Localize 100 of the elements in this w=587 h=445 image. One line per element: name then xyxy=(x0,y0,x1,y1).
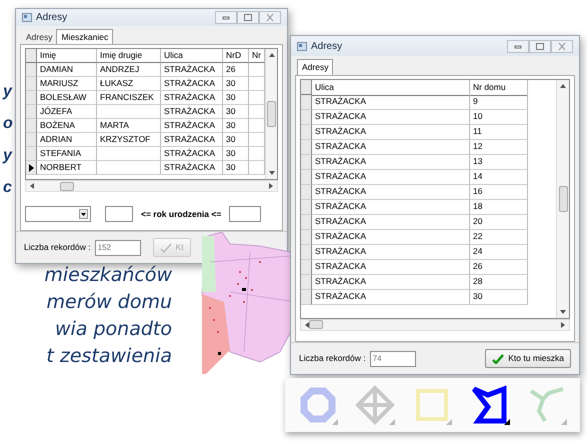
table-cell: 13 xyxy=(470,154,528,170)
table-cell: STRAŻACKA xyxy=(312,140,470,155)
minimize-button[interactable] xyxy=(507,40,529,52)
table-cell xyxy=(97,105,161,120)
table-cell: 24 xyxy=(470,244,528,260)
polyline-icon xyxy=(527,385,568,425)
table-cell: BOLESŁAW xyxy=(37,91,97,106)
close-button[interactable] xyxy=(259,10,281,24)
horizontal-scrollbar[interactable] xyxy=(300,318,570,331)
table-cell: 26 xyxy=(223,63,249,78)
window-icon xyxy=(22,12,32,22)
checkmark-icon xyxy=(492,354,504,364)
row-selector[interactable] xyxy=(26,161,37,176)
record-count-label: Liczba rekordów : xyxy=(24,241,91,254)
record-count-field[interactable]: 152 xyxy=(94,240,141,256)
column-header[interactable]: Imię drugie xyxy=(97,49,161,64)
maximize-button[interactable] xyxy=(237,10,259,24)
input-field[interactable] xyxy=(105,206,133,222)
maximize-icon xyxy=(242,12,254,22)
text-fragment: y xyxy=(1,82,13,102)
maximize-button[interactable] xyxy=(529,40,551,52)
filter-label: <= rok urodzenia <= xyxy=(141,208,222,221)
table-cell: 18 xyxy=(470,200,528,215)
close-button[interactable] xyxy=(551,40,573,52)
scroll-down-icon xyxy=(268,171,274,176)
column-header[interactable]: Nr xyxy=(249,49,265,64)
scroll-right-icon xyxy=(561,322,565,328)
table-cell: STRAŻACKA xyxy=(312,230,470,245)
table-cell: 16 xyxy=(470,184,528,200)
current-row-icon xyxy=(28,164,34,172)
vertical-scrollbar[interactable] xyxy=(265,49,277,180)
paragraph-line: t zestawienia xyxy=(46,344,172,369)
close-icon xyxy=(556,42,568,50)
table-cell: 9 xyxy=(470,94,528,110)
paragraph-line: wia ponadto xyxy=(54,317,172,342)
table-cell xyxy=(97,147,161,162)
table-cell: 12 xyxy=(470,140,528,155)
scroll-up-icon xyxy=(560,84,566,88)
table-cell: STRAŻACKA xyxy=(312,260,470,275)
table-cell: ADRIAN xyxy=(37,133,97,148)
table-cell: BOŻENA xyxy=(37,119,97,134)
table-cell: NORBERT xyxy=(37,161,97,176)
table-cell xyxy=(97,161,161,176)
action-button[interactable]: Kto tu mieszka xyxy=(485,349,571,368)
table-cell: STRAŻACKA xyxy=(312,94,470,110)
tab[interactable]: Adresy xyxy=(22,30,56,44)
table-cell: STRAŻACKA xyxy=(312,214,470,230)
paragraph-line: merów domu xyxy=(46,290,172,315)
column-header[interactable]: Imię xyxy=(37,49,97,64)
table-cell: 14 xyxy=(470,170,528,185)
table-cell: STRAŻACKA xyxy=(161,161,223,176)
input-field[interactable] xyxy=(229,206,262,222)
scrollbar-thumb[interactable] xyxy=(558,186,568,212)
scroll-right-icon xyxy=(269,183,273,190)
table-cell: 11 xyxy=(470,124,528,140)
table-cell: ŁUKASZ xyxy=(97,77,161,92)
window-icon xyxy=(297,42,307,50)
table-cell: 30 xyxy=(223,91,249,106)
horizontal-scrollbar[interactable] xyxy=(25,180,278,192)
table-cell: STRAŻACKA xyxy=(161,91,223,106)
table-cell: 22 xyxy=(470,230,528,245)
table-cell: STRAŻACKA xyxy=(312,124,470,140)
window-title: Adresy xyxy=(311,40,342,54)
table-cell: 30 xyxy=(223,133,249,148)
column-header[interactable]: Ulica xyxy=(161,49,223,64)
column-header[interactable]: Ulica xyxy=(312,80,470,96)
table-cell: STEFANIA xyxy=(37,147,97,162)
vertical-scrollbar[interactable] xyxy=(556,80,569,318)
maximize-icon xyxy=(534,42,546,50)
table-cell: 30 xyxy=(223,147,249,162)
text-fragment: c xyxy=(2,178,13,198)
scrollbar-thumb[interactable] xyxy=(267,101,276,128)
paragraph-line: mieszkańców xyxy=(44,263,172,288)
scrollbar-thumb[interactable] xyxy=(309,320,323,330)
table-cell: MARIUSZ xyxy=(37,77,97,92)
scroll-down-icon xyxy=(560,310,566,314)
table-cell: 30 xyxy=(223,119,249,134)
tab[interactable]: Mieszkaniec xyxy=(56,28,114,44)
column-header[interactable]: Nr domu xyxy=(470,80,528,96)
text-fragment: o xyxy=(2,114,14,134)
table-cell: 30 xyxy=(223,105,249,120)
octagon-icon xyxy=(298,385,338,425)
table-cell: 30 xyxy=(223,161,249,176)
table-cell: 30 xyxy=(223,77,249,92)
table-cell: STRAŻACKA xyxy=(161,133,223,148)
dropdown-field[interactable] xyxy=(25,206,91,222)
scrollbar-thumb[interactable] xyxy=(60,182,74,191)
table-cell: STRAŻACKA xyxy=(312,200,470,215)
table-cell: STRAŻACKA xyxy=(161,119,223,134)
record-count-field[interactable]: 74 xyxy=(370,350,416,367)
table-cell: ANDRZEJ xyxy=(97,63,161,78)
table-cell: STRAŻACKA xyxy=(161,63,223,78)
table-cell: 26 xyxy=(470,260,528,275)
table-cell: MARTA xyxy=(97,119,161,134)
table-cell: DAMIAN xyxy=(37,63,97,78)
minimize-button[interactable] xyxy=(215,10,237,24)
tab[interactable]: Adresy xyxy=(297,59,334,75)
column-header[interactable]: NrD xyxy=(223,49,249,64)
table-cell: 28 xyxy=(470,274,528,290)
text-fragment: y xyxy=(1,146,13,166)
